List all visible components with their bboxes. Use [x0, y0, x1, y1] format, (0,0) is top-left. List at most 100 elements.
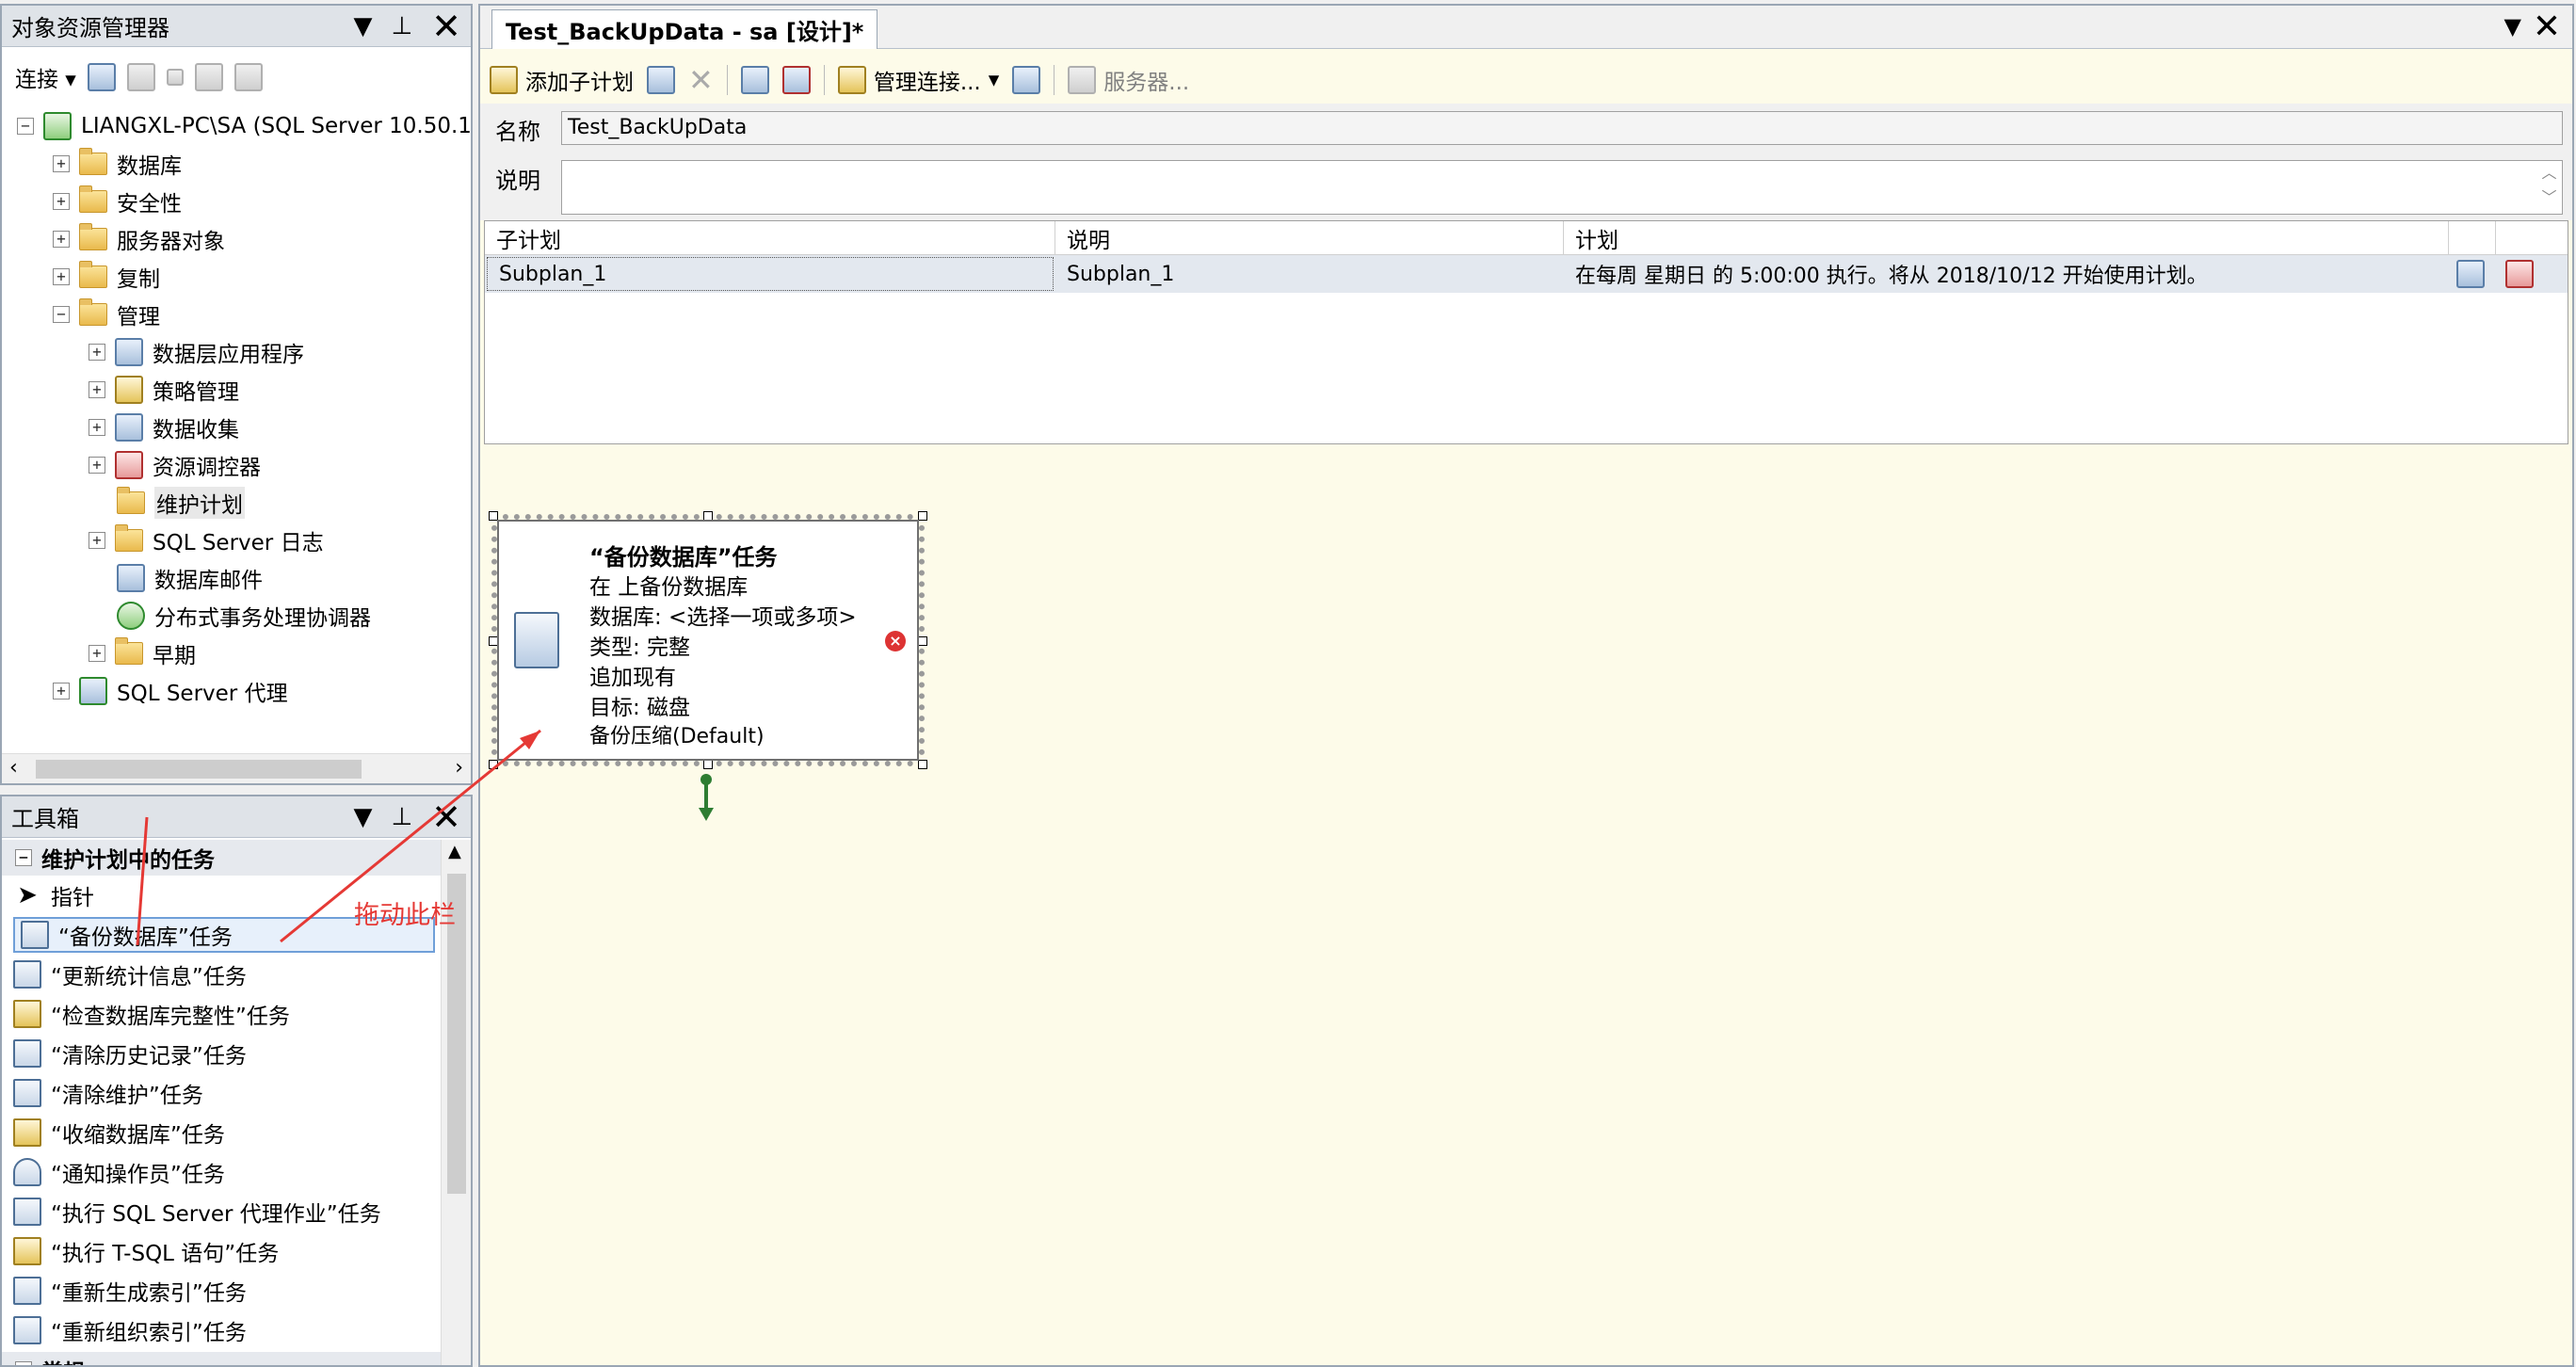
grid-header-schedule[interactable]: 计划 [1564, 221, 2449, 255]
tree-node-server-objects[interactable]: + 服务器对象 [53, 222, 225, 256]
expand-icon[interactable]: + [89, 419, 105, 436]
toolbox-item-notify-operator[interactable]: “通知操作员”任务 [13, 1154, 225, 1190]
document-tab[interactable]: Test_BackUpData - sa [设计]* [491, 9, 878, 49]
disconnect-icon[interactable] [126, 63, 155, 91]
dropdown-icon[interactable]: ▼ [354, 12, 373, 40]
expand-icon[interactable]: + [89, 381, 105, 398]
tree-server-node[interactable]: − LIANGXL-PC\SA (SQL Server 10.50.1 [17, 109, 472, 143]
connector-arrow-icon [699, 808, 714, 821]
name-field[interactable]: Test_BackUpData [561, 111, 2563, 145]
tree-node-sql-server-logs[interactable]: + SQL Server 日志 [89, 523, 324, 557]
precedence-connector[interactable] [699, 774, 714, 823]
report-icon[interactable] [1012, 66, 1041, 94]
tab-close-icon[interactable]: ✕ [2533, 8, 2561, 46]
toolbox-item-update-statistics[interactable]: “更新统计信息”任务 [13, 957, 247, 992]
backup-task-box[interactable]: “备份数据库”任务 在 上备份数据库 数据库: <选择一项或多项> 类型: 完整… [497, 520, 919, 761]
horizontal-scrollbar[interactable]: ‹ › [2, 753, 471, 783]
expand-icon[interactable]: + [89, 532, 105, 549]
table-row[interactable]: Subplan_1 Subplan_1 在每周 星期日 的 5:00:00 执行… [485, 255, 2568, 293]
tree-node-policy-management[interactable]: + 策略管理 [89, 373, 239, 407]
tree-node-database-mail[interactable]: 数据库邮件 [117, 561, 263, 595]
object-explorer-title-bar: 对象资源管理器 ▼ ⊥ ✕ [2, 6, 471, 47]
expand-icon[interactable]: + [53, 231, 70, 248]
dropdown-icon[interactable]: ▼ [354, 803, 373, 831]
pin-icon[interactable]: ⊥ [392, 803, 413, 831]
tree-node-resource-governor[interactable]: + 资源调控器 [89, 448, 261, 482]
refresh-icon[interactable] [233, 63, 263, 91]
tree-node-dtc[interactable]: 分布式事务处理协调器 [117, 599, 371, 633]
close-icon[interactable]: ✕ [431, 8, 461, 44]
toolbox-item-label: “更新统计信息”任务 [51, 965, 247, 989]
expand-icon[interactable]: + [53, 155, 70, 172]
resize-handle[interactable] [918, 636, 927, 646]
grid-cell-subplan[interactable]: Subplan_1 [487, 257, 1054, 291]
tree-node-maintenance-plans[interactable]: 维护计划 [117, 486, 245, 520]
description-field[interactable] [561, 160, 2563, 215]
expand-icon[interactable]: + [53, 268, 70, 285]
grid-cell-description[interactable]: Subplan_1 [1055, 255, 1564, 293]
designer-document: Test_BackUpData - sa [设计]* ▼ ✕ 添加子计划 ✕ 管… [478, 4, 2574, 1367]
tree-node-legacy[interactable]: + 早期 [89, 636, 196, 670]
tree-node-sql-agent[interactable]: + SQL Server 代理 [53, 674, 288, 708]
resize-handle[interactable] [703, 760, 713, 769]
connect-button[interactable]: 连接 ▾ [15, 61, 76, 93]
remove-schedule-icon[interactable] [781, 66, 811, 94]
stop-icon[interactable] [166, 69, 184, 86]
resize-handle[interactable] [918, 511, 927, 521]
tree-node-replication[interactable]: + 复制 [53, 260, 160, 294]
toolbox-item-execute-agent-job[interactable]: “执行 SQL Server 代理作业”任务 [13, 1194, 381, 1230]
servers-button[interactable]: 服务器... [1068, 64, 1189, 96]
connect-object-icon[interactable] [87, 63, 116, 91]
scroll-left-icon[interactable]: ‹ [9, 756, 18, 780]
toolbox-section-header[interactable]: − 维护计划中的任务 [2, 840, 441, 876]
scrollbar-thumb[interactable] [36, 760, 362, 779]
schedule-calendar-icon[interactable] [2456, 260, 2485, 288]
update-statistics-icon [13, 960, 41, 989]
description-scrollbar[interactable]: ︿ ﹀ [2536, 161, 2562, 214]
add-subplan-button[interactable]: 添加子计划 [490, 64, 634, 96]
grid-cell-schedule[interactable]: 在每周 星期日 的 5:00:00 执行。将从 2018/10/12 开始使用计… [1564, 255, 2449, 293]
edit-subplan-icon[interactable] [647, 66, 675, 94]
pin-icon[interactable]: ⊥ [392, 12, 413, 40]
expand-icon[interactable]: + [89, 645, 105, 662]
expand-icon[interactable]: + [89, 457, 105, 474]
subplan-grid: 子计划 说明 计划 Subplan_1 Subplan_1 在每周 星期日 的 … [484, 220, 2568, 444]
toolbox-item-pointer[interactable]: ➤ 指针 [13, 877, 94, 913]
scroll-right-icon[interactable]: › [455, 756, 463, 780]
manage-connections-button[interactable]: 管理连接... ▾ [837, 64, 999, 96]
remove-schedule-icon[interactable] [2505, 260, 2534, 288]
expand-icon[interactable]: + [89, 344, 105, 361]
filter-icon[interactable] [194, 63, 223, 91]
grid-header-subplan[interactable]: 子计划 [485, 221, 1055, 255]
shrink-database-icon [13, 1118, 41, 1147]
grid-header-description[interactable]: 说明 [1055, 221, 1564, 255]
expand-icon[interactable]: + [15, 1361, 32, 1365]
collapse-icon[interactable]: − [53, 306, 70, 323]
resize-handle[interactable] [489, 760, 498, 769]
scroll-up-icon[interactable]: ▲ [448, 842, 461, 861]
toolbox-next-section-title: 常规 [41, 1354, 85, 1365]
toolbox-item-shrink-database[interactable]: “收缩数据库”任务 [13, 1115, 225, 1150]
tree-node-security[interactable]: + 安全性 [53, 185, 182, 218]
task-box-line: 备份压缩(Default) [589, 725, 765, 748]
toolbox-item-history-cleanup[interactable]: “清除历史记录”任务 [13, 1036, 247, 1071]
expand-icon[interactable]: + [53, 193, 70, 210]
tree-node-management[interactable]: − 管理 [53, 298, 160, 331]
toolbox-item-maintenance-cleanup[interactable]: “清除维护”任务 [13, 1075, 203, 1111]
tree-node-data-tier-apps[interactable]: + 数据层应用程序 [89, 335, 304, 369]
toolbox-item-reorganize-index[interactable]: “重新组织索引”任务 [13, 1312, 247, 1348]
resize-handle[interactable] [918, 760, 927, 769]
tab-dropdown-icon[interactable]: ▼ [2504, 13, 2521, 40]
schedule-icon[interactable] [740, 66, 769, 94]
collapse-icon[interactable]: − [15, 849, 32, 866]
toolbox-item-rebuild-index[interactable]: “重新生成索引”任务 [13, 1273, 247, 1309]
close-icon[interactable]: ✕ [431, 799, 461, 835]
toolbox-item-execute-tsql[interactable]: “执行 T-SQL 语句”任务 [13, 1233, 279, 1269]
tree-node-databases[interactable]: + 数据库 [53, 147, 182, 181]
tree-node-data-collection[interactable]: + 数据收集 [89, 410, 239, 444]
collapse-icon[interactable]: − [17, 118, 34, 135]
expand-icon[interactable]: + [53, 683, 70, 700]
toolbox-item-check-integrity[interactable]: “检查数据库完整性”任务 [13, 996, 290, 1032]
delete-icon[interactable]: ✕ [688, 62, 714, 98]
toolbox-next-section[interactable]: + 常规 [2, 1352, 441, 1365]
